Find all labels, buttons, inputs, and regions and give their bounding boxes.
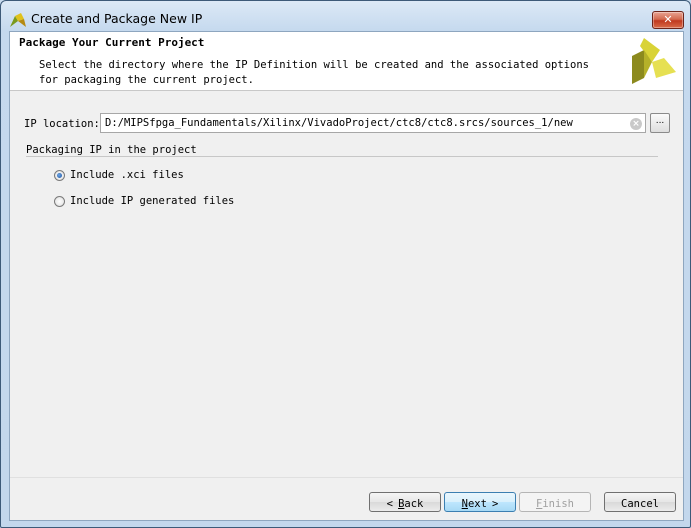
footer-divider xyxy=(10,477,683,478)
dialog-window: Create and Package New IP ✕ Package Your… xyxy=(0,0,691,528)
group-divider xyxy=(26,156,658,157)
finish-button[interactable]: Finish xyxy=(519,492,591,512)
ip-location-label: IP location: xyxy=(24,118,100,130)
vivado-app-icon xyxy=(10,13,26,27)
wizard-header: Package Your Current Project Select the … xyxy=(10,32,683,91)
next-arrow-icon: > xyxy=(492,498,499,510)
clear-icon[interactable]: × xyxy=(630,118,642,130)
back-button[interactable]: < Back xyxy=(369,492,441,512)
dialog-content: Package Your Current Project Select the … xyxy=(9,31,684,521)
include-generated-label: Include IP generated files xyxy=(70,195,235,207)
page-title: Package Your Current Project xyxy=(19,36,205,49)
window-title: Create and Package New IP xyxy=(31,11,203,26)
back-label-rest: ack xyxy=(404,498,424,510)
include-xci-radio[interactable] xyxy=(54,170,65,181)
include-xci-label: Include .xci files xyxy=(70,169,184,181)
vivado-logo-icon xyxy=(632,38,676,84)
cancel-button[interactable]: Cancel xyxy=(604,492,676,512)
next-label-rest: ext xyxy=(467,498,487,510)
back-arrow-icon: < xyxy=(386,498,393,510)
ip-location-value: D:/MIPSfpga_Fundamentals/Xilinx/VivadoPr… xyxy=(105,117,573,129)
cancel-label: Cancel xyxy=(621,498,659,510)
close-button[interactable]: ✕ xyxy=(652,11,684,29)
next-button[interactable]: Next > xyxy=(444,492,516,512)
packaging-group-label: Packaging IP in the project xyxy=(26,144,197,156)
finish-label-rest: inish xyxy=(542,498,574,510)
page-description: Select the directory where the IP Defini… xyxy=(39,59,589,86)
include-generated-radio[interactable] xyxy=(54,196,65,207)
ip-location-input[interactable]: D:/MIPSfpga_Fundamentals/Xilinx/VivadoPr… xyxy=(100,113,646,133)
browse-label: ... xyxy=(655,116,665,126)
close-icon: ✕ xyxy=(663,13,673,26)
browse-button[interactable]: ... xyxy=(650,113,670,133)
